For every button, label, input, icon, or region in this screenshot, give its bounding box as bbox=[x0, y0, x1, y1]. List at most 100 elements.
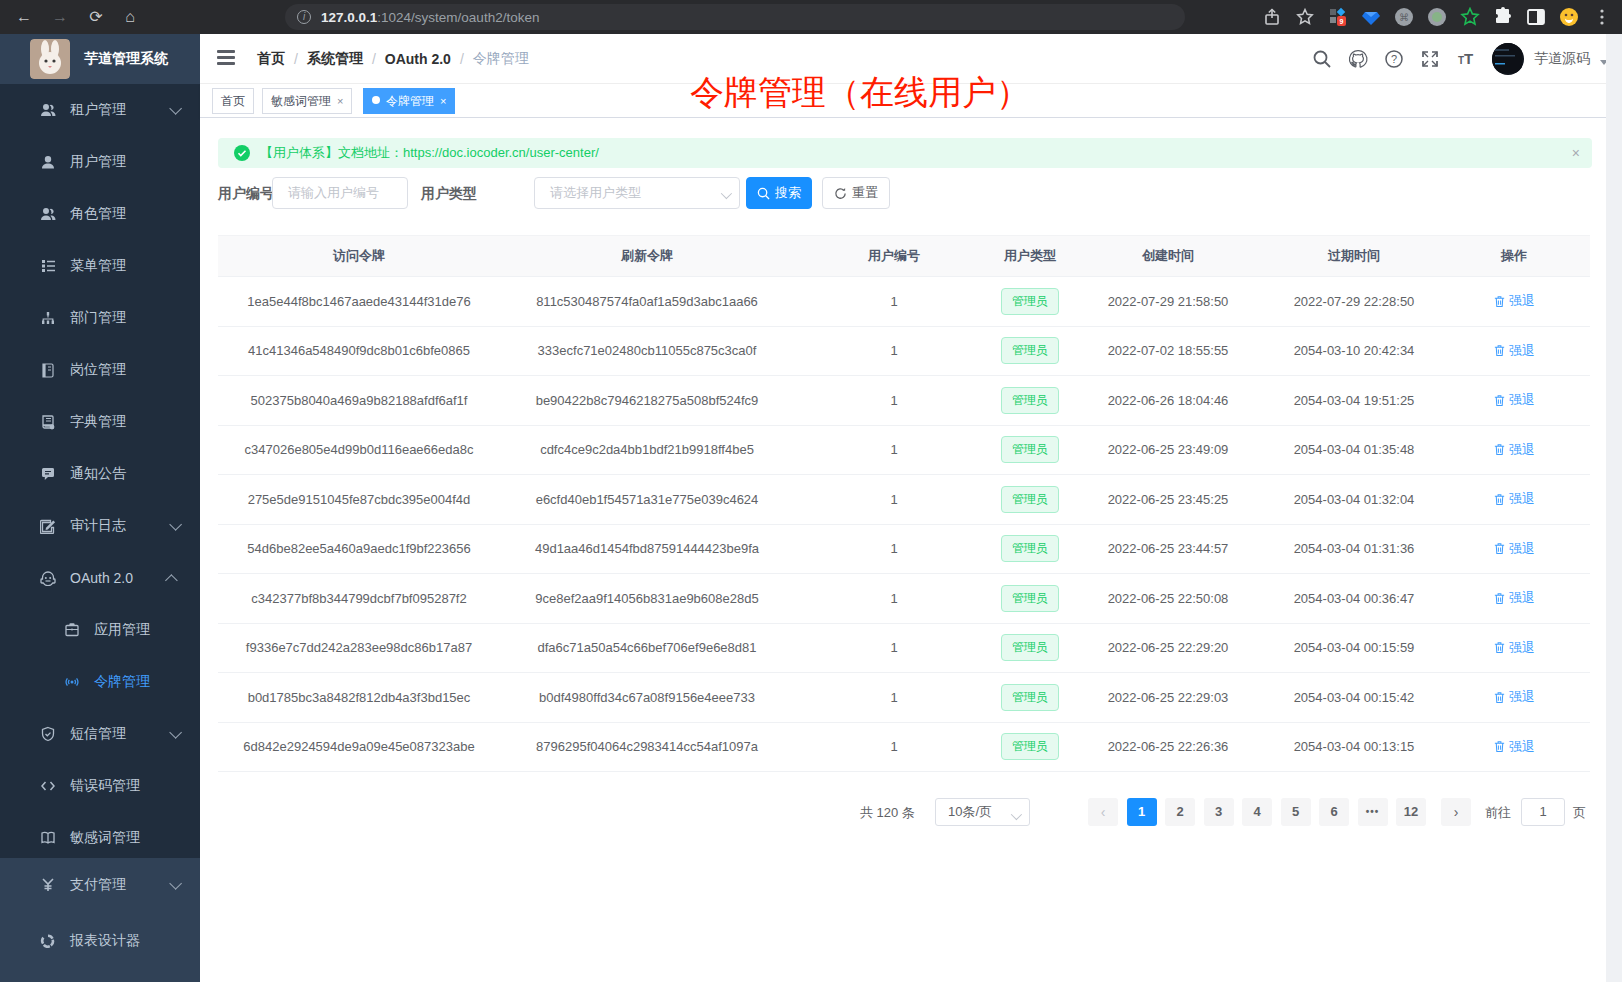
page-button-12[interactable]: 12 bbox=[1396, 798, 1426, 826]
sidebar-item-label: 审计日志 bbox=[70, 517, 126, 535]
force-logout-button[interactable]: 强退 bbox=[1493, 639, 1535, 657]
search-icon[interactable] bbox=[1312, 49, 1332, 69]
force-logout-label: 强退 bbox=[1509, 738, 1535, 756]
reset-button[interactable]: 重置 bbox=[822, 177, 890, 209]
force-logout-button[interactable]: 强退 bbox=[1493, 342, 1535, 360]
record-extension-icon[interactable] bbox=[1427, 7, 1447, 27]
user-id-input[interactable]: 请输入用户编号 bbox=[272, 177, 408, 209]
fullscreen-icon[interactable] bbox=[1420, 49, 1440, 69]
bookmark-star-icon[interactable] bbox=[1295, 7, 1315, 27]
force-logout-button[interactable]: 强退 bbox=[1493, 688, 1535, 706]
user-name[interactable]: 芋道源码 bbox=[1534, 50, 1590, 68]
refresh-token-cell: 8796295f04064c2983414cc54af1097a bbox=[500, 722, 794, 772]
pagination: 共 120 条 10条/页 ‹ 123456•••12 › 前往 1 页 bbox=[200, 798, 1590, 826]
force-logout-button[interactable]: 强退 bbox=[1493, 391, 1535, 409]
force-logout-button[interactable]: 强退 bbox=[1493, 589, 1535, 607]
breadcrumb-item[interactable]: 系统管理 bbox=[307, 50, 363, 68]
prev-page-button[interactable]: ‹ bbox=[1088, 798, 1118, 826]
goto-page-input[interactable]: 1 bbox=[1521, 798, 1565, 826]
alert-close-icon[interactable]: × bbox=[1572, 146, 1580, 160]
user-avatar[interactable] bbox=[1492, 43, 1524, 75]
page-size-select[interactable]: 10条/页 bbox=[935, 798, 1030, 826]
sidebar-item-错误码管理[interactable]: 错误码管理 bbox=[0, 760, 200, 812]
sidebar-item-应用管理[interactable]: 应用管理 bbox=[0, 604, 200, 656]
browser-back-icon[interactable]: ← bbox=[14, 7, 34, 27]
refresh-token-cell: 9ce8ef2aa9f14056b831ae9b608e28d5 bbox=[500, 574, 794, 624]
user-type-badge: 管理员 bbox=[1001, 486, 1059, 513]
force-logout-button[interactable]: 强退 bbox=[1493, 441, 1535, 459]
force-logout-label: 强退 bbox=[1509, 342, 1535, 360]
force-logout-button[interactable]: 强退 bbox=[1493, 738, 1535, 756]
user-type-cell: 管理员 bbox=[994, 376, 1066, 426]
sidebar-item-用户管理[interactable]: 用户管理 bbox=[0, 136, 200, 188]
sidepanel-icon[interactable] bbox=[1526, 7, 1546, 27]
sidebar-item-租户管理[interactable]: 租户管理 bbox=[0, 84, 200, 136]
sidebar-item-短信管理[interactable]: 短信管理 bbox=[0, 708, 200, 760]
tab-close-icon[interactable]: × bbox=[337, 95, 343, 107]
user-type-cell: 管理员 bbox=[994, 574, 1066, 624]
page-button-1[interactable]: 1 bbox=[1127, 798, 1157, 826]
logo-bar[interactable]: 芋道管理系统 bbox=[0, 34, 200, 84]
doc-link[interactable]: https://doc.iocoder.cn/user-center/ bbox=[403, 145, 599, 160]
users-icon bbox=[40, 102, 56, 118]
browser-forward-icon[interactable]: → bbox=[50, 7, 70, 27]
sidebar-item-角色管理[interactable]: 角色管理 bbox=[0, 188, 200, 240]
font-size-icon[interactable]: TT bbox=[1456, 49, 1476, 69]
sidebar-item-字典管理[interactable]: 字典管理 bbox=[0, 396, 200, 448]
sidebar-item-部门管理[interactable]: 部门管理 bbox=[0, 292, 200, 344]
extension-grid-icon[interactable]: 9 bbox=[1328, 7, 1348, 27]
search-button[interactable]: 搜索 bbox=[746, 177, 812, 209]
force-logout-button[interactable]: 强退 bbox=[1493, 490, 1535, 508]
browser-menu-icon[interactable] bbox=[1592, 7, 1612, 27]
sidebar-item-通知公告[interactable]: 通知公告 bbox=[0, 448, 200, 500]
user-id-cell: 1 bbox=[794, 673, 994, 723]
create-time-cell: 2022-06-25 22:29:20 bbox=[1066, 623, 1270, 673]
share-icon[interactable] bbox=[1262, 7, 1282, 27]
trash-icon bbox=[1493, 344, 1506, 357]
sidebar-item-支付管理[interactable]: 支付管理 bbox=[0, 859, 200, 911]
page-button-5[interactable]: 5 bbox=[1281, 798, 1311, 826]
profile-avatar-icon[interactable] bbox=[1559, 7, 1579, 27]
breadcrumb-item[interactable]: OAuth 2.0 bbox=[385, 51, 451, 67]
sidebar-item-敏感词管理[interactable]: 敏感词管理 bbox=[0, 812, 200, 864]
gem-extension-icon[interactable] bbox=[1361, 7, 1381, 27]
force-logout-label: 强退 bbox=[1509, 589, 1535, 607]
pager-ellipsis[interactable]: ••• bbox=[1358, 798, 1388, 826]
force-logout-button[interactable]: 强退 bbox=[1493, 540, 1535, 558]
browser-home-icon[interactable]: ⌂ bbox=[120, 7, 140, 27]
puzzle-extensions-icon[interactable] bbox=[1493, 7, 1513, 27]
col-header-过期时间: 过期时间 bbox=[1270, 236, 1438, 277]
user-id-label: 用户编号 bbox=[218, 177, 274, 209]
access-token-cell: c342377bf8b344799dcbf7bf095287f2 bbox=[218, 574, 500, 624]
user-type-select[interactable]: 请选择用户类型 bbox=[534, 177, 740, 209]
browser-reload-icon[interactable]: ⟳ bbox=[86, 7, 106, 27]
sidebar-collapse-icon[interactable] bbox=[217, 50, 235, 66]
tab-令牌管理[interactable]: 令牌管理× bbox=[363, 88, 455, 114]
sidebar-item-审计日志[interactable]: 审计日志 bbox=[0, 500, 200, 552]
next-page-button[interactable]: › bbox=[1441, 798, 1471, 826]
github-icon[interactable] bbox=[1348, 49, 1368, 69]
sidebar-item-菜单管理[interactable]: 菜单管理 bbox=[0, 240, 200, 292]
oauth-icon bbox=[40, 570, 56, 586]
address-bar[interactable]: i 127.0.0.1:1024/system/oauth2/token bbox=[285, 4, 1185, 30]
sidebar-item-报表设计器[interactable]: 报表设计器 bbox=[0, 915, 200, 967]
sidebar-menu: 租户管理用户管理角色管理菜单管理部门管理岗位管理字典管理通知公告审计日志 OAut… bbox=[0, 84, 200, 858]
help-icon[interactable]: ? bbox=[1384, 49, 1404, 69]
page-button-3[interactable]: 3 bbox=[1204, 798, 1234, 826]
page-button-4[interactable]: 4 bbox=[1242, 798, 1272, 826]
page-button-6[interactable]: 6 bbox=[1319, 798, 1349, 826]
command-extension-icon[interactable]: ⌘ bbox=[1394, 7, 1414, 27]
page-button-2[interactable]: 2 bbox=[1165, 798, 1195, 826]
star-extension-icon[interactable] bbox=[1460, 7, 1480, 27]
sidebar-item-label: 字典管理 bbox=[70, 413, 126, 431]
breadcrumb-item[interactable]: 首页 bbox=[257, 50, 285, 68]
sidebar-item-OAuth 2.0[interactable]: OAuth 2.0 bbox=[0, 552, 200, 604]
tab-敏感词管理[interactable]: 敏感词管理× bbox=[262, 88, 352, 114]
tab-close-icon[interactable]: × bbox=[440, 95, 446, 107]
sidebar-item-岗位管理[interactable]: 岗位管理 bbox=[0, 344, 200, 396]
force-logout-button[interactable]: 强退 bbox=[1493, 292, 1535, 310]
site-info-icon[interactable]: i bbox=[297, 10, 311, 24]
tab-首页[interactable]: 首页 bbox=[212, 88, 254, 114]
page-scrollbar-track[interactable] bbox=[1606, 34, 1622, 982]
sidebar-item-令牌管理[interactable]: 令牌管理 bbox=[0, 656, 200, 708]
